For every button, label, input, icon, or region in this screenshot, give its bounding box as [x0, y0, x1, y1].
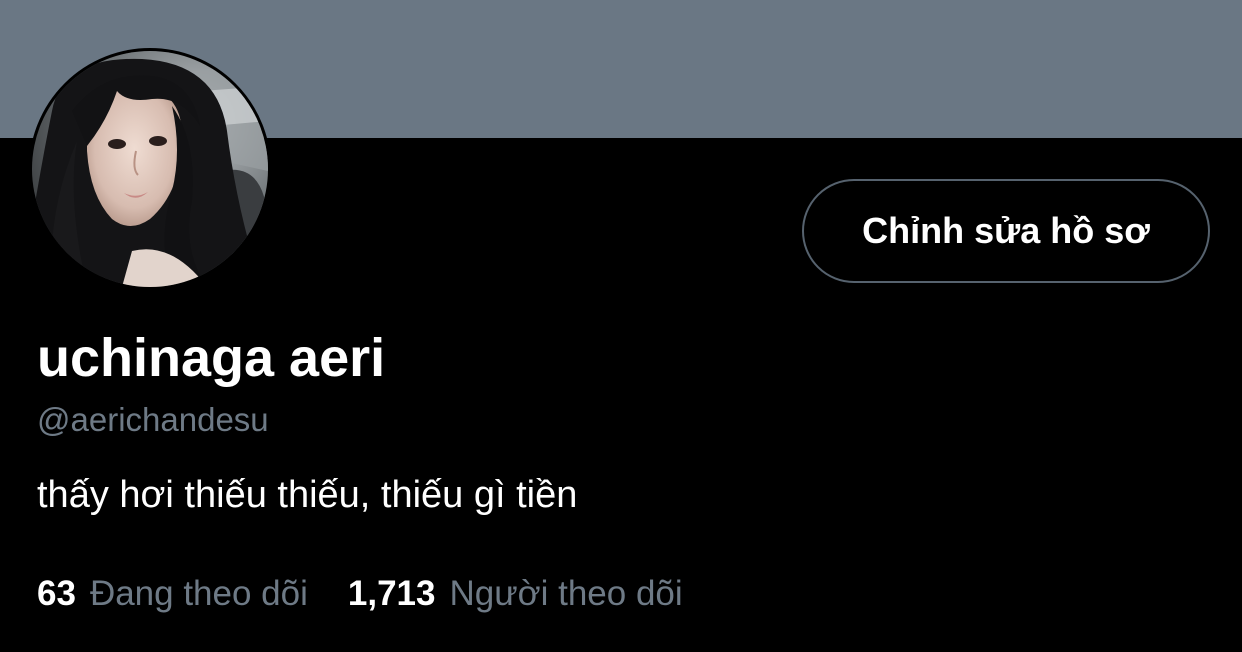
followers-label: Người theo dõi — [449, 574, 683, 613]
following-count: 63 — [37, 574, 76, 613]
username-handle: @aerichandesu — [37, 401, 269, 438]
follow-stats: 63 Đang theo dõi 1,713 Người theo dõi — [37, 572, 723, 616]
avatar-photo — [32, 51, 268, 287]
edit-profile-button[interactable]: Chỉnh sửa hồ sơ — [802, 179, 1210, 283]
followers-count: 1,713 — [347, 574, 436, 613]
avatar[interactable] — [29, 48, 271, 290]
display-name: uchinaga aeri — [37, 328, 386, 388]
following-link[interactable]: 63 Đang theo dõi — [37, 572, 308, 616]
following-label: Đang theo dõi — [89, 574, 308, 613]
profile-bio: thấy hơi thiếu thiếu, thiếu gì tiền — [37, 474, 578, 516]
followers-link[interactable]: 1,713 Người theo dõi — [348, 572, 683, 616]
